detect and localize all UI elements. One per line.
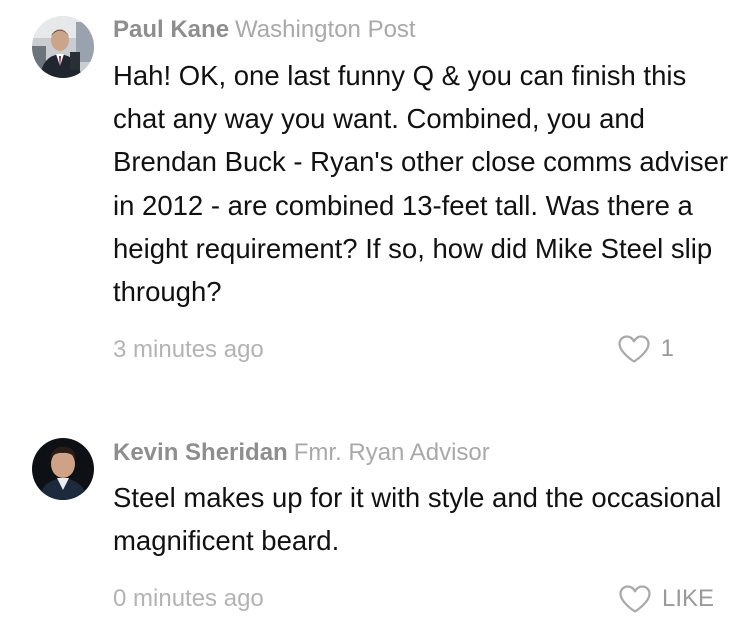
comment-header: Kevin Sheridan Fmr. Ryan Advisor (113, 438, 490, 468)
like-label: LIKE (661, 585, 714, 612)
avatar[interactable] (32, 438, 94, 500)
author-affiliation: Washington Post (235, 16, 416, 43)
comment-header: Paul Kane Washington Post (113, 15, 416, 45)
comment-timestamp: 0 minutes ago (113, 585, 264, 612)
comment-timestamp: 3 minutes ago (113, 336, 264, 363)
heart-outline-icon[interactable] (618, 584, 652, 614)
heart-outline-icon[interactable] (617, 334, 651, 364)
like-button[interactable]: LIKE (618, 584, 714, 614)
like-button[interactable]: 1 (617, 334, 674, 364)
person-avatar-photo-icon (32, 16, 94, 78)
avatar[interactable] (32, 16, 94, 78)
person-avatar-photo-icon (32, 438, 94, 500)
comment-text: Hah! OK, one last funny Q & you can fini… (113, 60, 729, 308)
author-name[interactable]: Kevin Sheridan (113, 439, 288, 466)
author-name[interactable]: Paul Kane (113, 16, 229, 43)
like-count: 1 (660, 335, 674, 362)
comment-text: Steel makes up for it with style and the… (113, 482, 722, 557)
author-affiliation: Fmr. Ryan Advisor (293, 439, 490, 466)
